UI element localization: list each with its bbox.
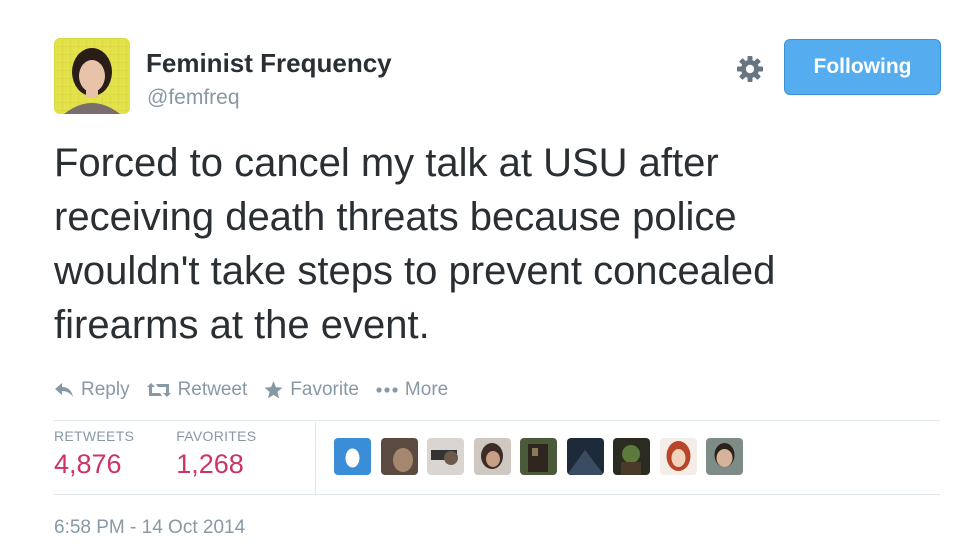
following-button[interactable]: Following (784, 39, 941, 95)
favoriter-avatar[interactable] (659, 438, 697, 475)
profile-photo-icon (54, 38, 130, 114)
user-photo-icon (380, 438, 418, 475)
divider-bottom (54, 494, 940, 495)
favoriter-avatar[interactable] (613, 438, 650, 475)
favorite-label: Favorite (290, 379, 359, 400)
reply-label: Reply (81, 379, 130, 400)
tweet-timestamp[interactable]: 6:58 PM - 14 Oct 2014 (54, 517, 245, 539)
retweets-label: RETWEETS (54, 428, 135, 444)
default-egg-avatar-icon (334, 438, 371, 475)
more-button[interactable]: More (376, 379, 448, 401)
retweet-icon (146, 383, 171, 397)
retweets-stat[interactable]: RETWEETS 4,876 (54, 428, 134, 480)
user-photo-icon (427, 438, 464, 475)
favoriter-avatar[interactable] (520, 438, 557, 475)
favorites-count: 1,268 (176, 449, 244, 479)
user-photo-icon (659, 438, 697, 475)
favorites-label: FAVORITES (176, 428, 257, 444)
user-photo-icon (706, 438, 743, 475)
retweet-label: Retweet (177, 379, 248, 400)
favoriter-avatar[interactable] (380, 438, 418, 475)
user-photo-icon (473, 438, 511, 475)
reply-icon (55, 383, 73, 397)
display-name[interactable]: Feminist Frequency (146, 48, 392, 79)
favorites-stat[interactable]: FAVORITES 1,268 (176, 428, 256, 480)
favoriter-avatar[interactable] (566, 438, 604, 475)
more-label: More (404, 379, 449, 400)
user-photo-icon (566, 438, 604, 475)
user-photo-icon (520, 438, 557, 475)
tweet-text: Forced to cancel my talk at USU after re… (54, 141, 776, 347)
favoriter-avatar[interactable] (473, 438, 511, 475)
gear-icon[interactable] (735, 54, 765, 84)
star-icon (264, 381, 283, 399)
user-handle[interactable]: @femfreq (147, 86, 240, 110)
stats-divider (315, 422, 316, 494)
favoriter-avatar[interactable] (334, 438, 371, 475)
favoriters-list (334, 438, 753, 475)
user-photo-icon (613, 438, 650, 475)
divider-top (54, 420, 940, 421)
more-dots-icon (376, 387, 398, 393)
favorite-button[interactable]: Favorite (264, 379, 359, 401)
favoriter-avatar[interactable] (706, 438, 743, 475)
retweet-button[interactable]: Retweet (146, 379, 248, 401)
tweet-stats: RETWEETS 4,876 FAVORITES 1,268 (54, 428, 298, 480)
avatar[interactable] (54, 38, 130, 114)
favoriter-avatar[interactable] (427, 438, 464, 475)
retweets-count: 4,876 (54, 449, 122, 479)
reply-button[interactable]: Reply (54, 379, 130, 401)
tweet-actions: Reply Retweet Favorite More (54, 376, 465, 404)
